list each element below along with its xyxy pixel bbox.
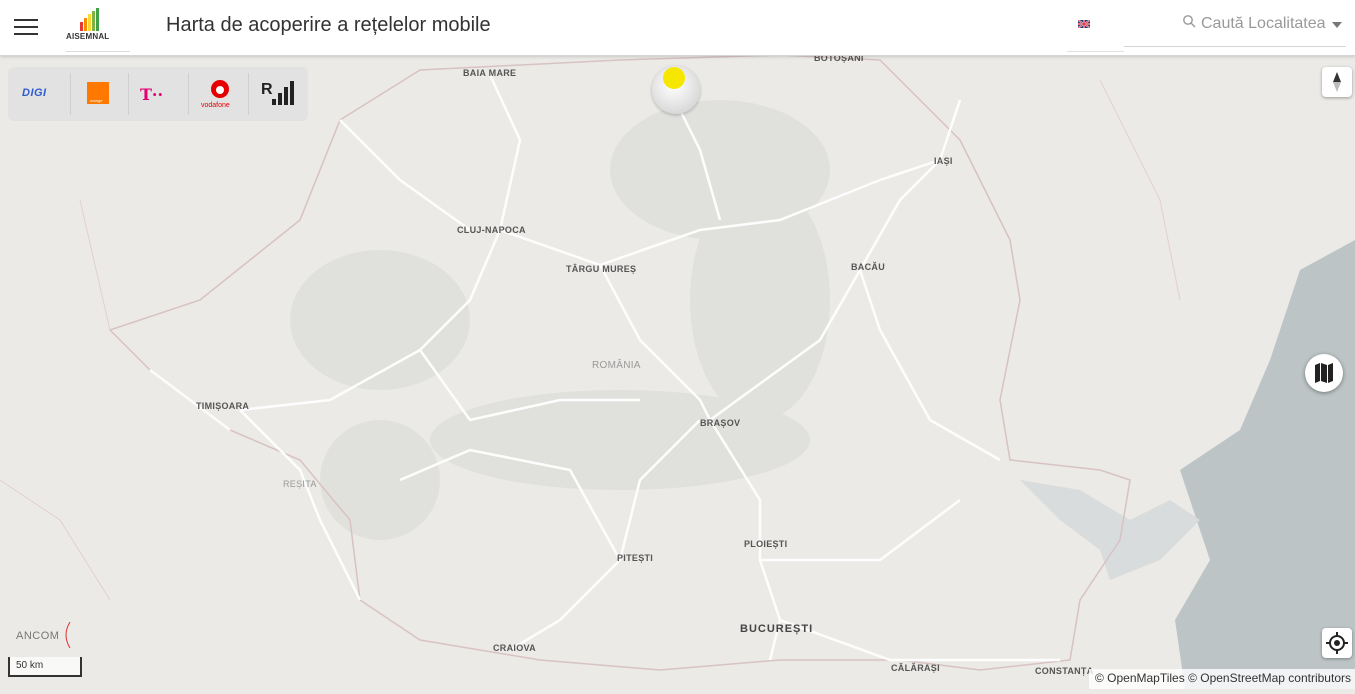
dropdown-caret-icon[interactable] — [1332, 22, 1342, 28]
aisemnal-logo[interactable]: AISEMNAL — [62, 8, 132, 52]
vodafone-label: vodafone — [201, 102, 230, 109]
compass-icon — [1333, 72, 1341, 92]
logo-text: AISEMNAL — [66, 32, 110, 41]
locality-search-input[interactable]: Caută Localitatea — [1124, 8, 1346, 47]
page-title: Harta de acoperire a rețelelor mobile — [166, 14, 491, 36]
language-underline — [1067, 51, 1124, 52]
place-label: BACĂU — [851, 262, 885, 272]
map-attribution[interactable]: © OpenMapTiles © OpenStreetMap contribut… — [1088, 669, 1355, 689]
scale-bar: 50 km — [8, 657, 82, 677]
marker-dot — [663, 67, 685, 89]
geolocate-button[interactable] — [1322, 628, 1352, 658]
place-label: CONSTANȚA — [1035, 666, 1094, 676]
signal-bars-icon — [272, 81, 294, 105]
crosshair-icon — [1326, 632, 1348, 654]
ancom-text: ANCOM — [16, 630, 60, 642]
digi-logo: DIGI — [22, 87, 47, 99]
ancom-logo[interactable]: ANCOM — [16, 621, 71, 649]
operator-roaming-button[interactable]: R — [250, 73, 308, 115]
place-label: BUCUREȘTI — [740, 623, 814, 635]
place-label: CĂLĂRAȘI — [891, 663, 940, 673]
scale-label: 50 km — [16, 660, 44, 671]
place-label: PLOIEȘTI — [744, 539, 788, 549]
uk-flag-icon[interactable] — [1078, 20, 1090, 28]
operator-digi-button[interactable]: DIGI — [12, 73, 71, 115]
place-label: IAȘI — [934, 156, 953, 166]
search-icon — [1183, 15, 1196, 28]
map-icon — [1315, 363, 1333, 383]
operator-orange-button[interactable]: orange — [70, 73, 129, 115]
country-label: ROMÂNIA — [592, 360, 641, 371]
place-label: BAIA MARE — [463, 68, 517, 78]
place-label: BRAȘOV — [700, 418, 741, 428]
search-placeholder: Caută Localitatea — [1201, 15, 1326, 32]
operator-telekom-button[interactable]: T·· — [130, 73, 189, 115]
compass-north-button[interactable] — [1322, 67, 1352, 97]
orange-logo: orange — [87, 82, 109, 104]
operator-selector: DIGI orange T·· vodafone R — [8, 67, 308, 121]
location-marker[interactable] — [652, 66, 700, 114]
place-label: PITEȘTI — [617, 553, 654, 563]
place-label: TÂRGU MUREȘ — [566, 264, 637, 274]
vodafone-logo-icon — [211, 80, 229, 98]
hamburger-menu-icon[interactable] — [14, 15, 38, 37]
ancom-arc-icon — [65, 621, 71, 649]
place-label: TIMIȘOARA — [196, 401, 250, 411]
place-label: REȘITA — [283, 479, 317, 489]
signal-bars-icon — [80, 8, 99, 31]
orange-logo-text: orange — [90, 98, 103, 103]
logo-underline — [66, 51, 130, 52]
telekom-logo: T·· — [140, 85, 164, 104]
place-label: CRAIOVA — [493, 643, 536, 653]
operator-vodafone-button[interactable]: vodafone — [190, 73, 249, 115]
top-bar: AISEMNAL Harta de acoperire a rețelelor … — [0, 0, 1355, 56]
roaming-letter: R — [261, 81, 273, 98]
map-layers-button[interactable] — [1305, 354, 1343, 392]
place-label: CLUJ-NAPOCA — [457, 225, 526, 235]
